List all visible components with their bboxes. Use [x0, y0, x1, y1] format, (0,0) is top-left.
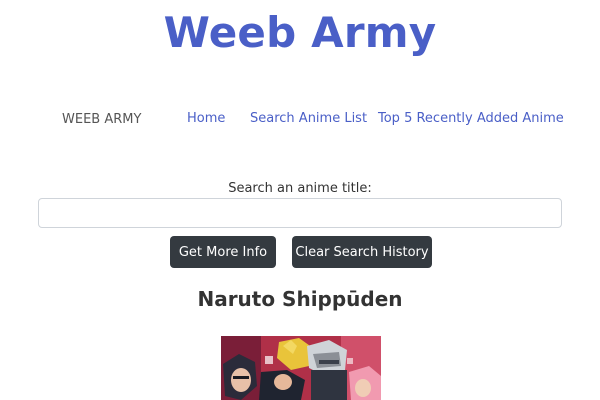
get-more-info-button[interactable]: Get More Info — [170, 236, 276, 268]
navbar: WEEB ARMY Home Search Anime List Top 5 R… — [0, 110, 600, 130]
anime-title: Naruto Shippūden — [197, 287, 403, 311]
nav-link-home[interactable]: Home — [187, 111, 225, 126]
page: Weeb Army WEEB ARMY Home Search Anime Li… — [0, 0, 600, 400]
clear-search-history-button[interactable]: Clear Search History — [292, 236, 432, 268]
search-label: Search an anime title: — [228, 181, 372, 196]
nav-link-top-5-recent[interactable]: Top 5 Recently Added Anime — [378, 111, 564, 126]
navbar-brand[interactable]: WEEB ARMY — [62, 112, 141, 127]
site-title: Weeb Army — [163, 8, 437, 57]
search-input[interactable] — [38, 198, 562, 228]
nav-link-search-anime-list[interactable]: Search Anime List — [250, 111, 367, 126]
anime-poster-image — [221, 336, 381, 400]
